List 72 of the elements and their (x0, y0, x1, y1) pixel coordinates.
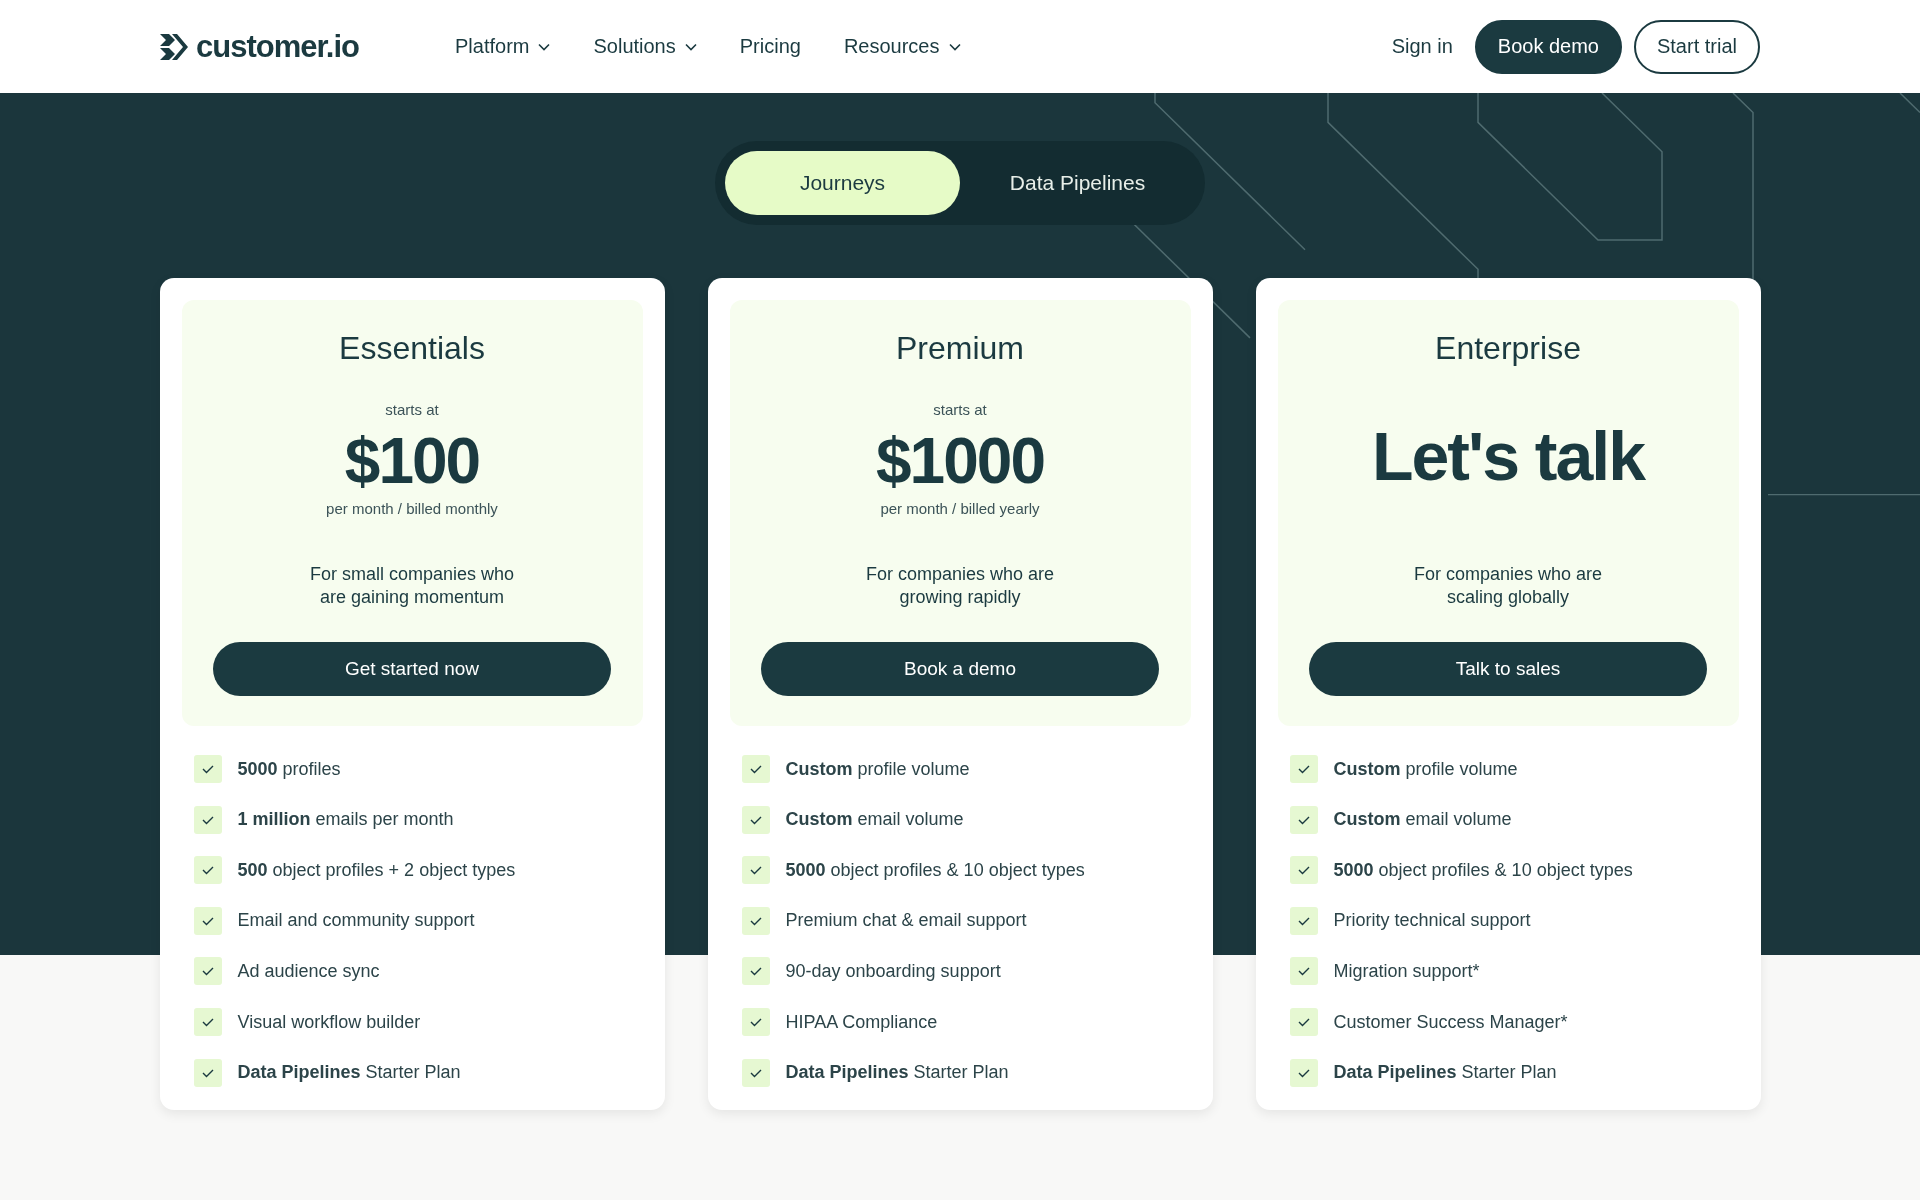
plan-name: Essentials (339, 330, 485, 367)
feature-text: Ad audience sync (237, 960, 380, 982)
feature-text: Data Pipelines Starter Plan (237, 1062, 461, 1084)
plan-tab[interactable]: Journeys (725, 151, 960, 215)
feature-text: Email and community support (237, 910, 475, 932)
plan-cta-button[interactable]: Talk to sales (1309, 641, 1707, 696)
nav-link[interactable]: Resources (843, 35, 961, 58)
feature-text: Priority technical support (1333, 910, 1531, 932)
plan-price: $1000 (876, 424, 1044, 498)
feature-text: 5000 object profiles & 10 object types (785, 859, 1085, 881)
check-icon (1289, 1008, 1318, 1037)
chevron-down-icon (538, 42, 551, 51)
check-icon (193, 1008, 222, 1037)
check-icon (1289, 957, 1318, 986)
feature-text: 5000 object profiles & 10 object types (1333, 859, 1633, 881)
check-icon (193, 755, 222, 784)
check-icon (193, 906, 222, 935)
logo-text[interactable]: customer.io (196, 28, 359, 65)
feature-text: 5000 profiles (237, 758, 341, 780)
logo-icon (160, 32, 188, 61)
plan-tab[interactable]: Data Pipelines (960, 151, 1195, 215)
check-icon (193, 957, 222, 986)
check-icon (741, 1058, 770, 1087)
check-icon (741, 906, 770, 935)
plan-price: Let's talk (1371, 417, 1645, 495)
check-icon (1289, 1058, 1318, 1087)
plan-name: Enterprise (1435, 330, 1581, 367)
chevron-down-icon (684, 42, 697, 51)
book-demo-button[interactable]: Book demo (1474, 19, 1622, 74)
feature-text: Premium chat & email support (785, 910, 1027, 932)
plan-cta-button[interactable]: Book a demo (761, 641, 1159, 696)
check-icon (1289, 755, 1318, 784)
feature-text: 1 million emails per month (237, 809, 454, 831)
check-icon (193, 856, 222, 885)
feature-text: Custom email volume (785, 809, 964, 831)
billing-note: per month / billed monthly (326, 500, 498, 517)
feature-text: Data Pipelines Starter Plan (1333, 1062, 1557, 1084)
sign-in-link[interactable]: Sign in (1391, 35, 1453, 58)
feature-text: Custom profile volume (785, 758, 970, 780)
check-icon (193, 805, 222, 834)
start-trial-button[interactable]: Start trial (1633, 19, 1760, 74)
chevron-down-icon (948, 42, 961, 51)
check-icon (1289, 805, 1318, 834)
check-icon (741, 856, 770, 885)
feature-text: HIPAA Compliance (785, 1011, 938, 1033)
feature-text: Custom profile volume (1333, 758, 1518, 780)
plan-price: $100 (344, 424, 480, 498)
check-icon (741, 1008, 770, 1037)
check-icon (741, 957, 770, 986)
feature-text: Visual workflow builder (237, 1011, 421, 1033)
check-icon (193, 1058, 222, 1087)
check-icon (1289, 856, 1318, 885)
plan-description: For companies who are scaling globally (1412, 563, 1604, 610)
starts-at-label: starts at (385, 401, 439, 418)
feature-text: 500 object profiles + 2 object types (237, 859, 516, 881)
nav-link[interactable]: Solutions (593, 35, 697, 58)
plan-description: For companies who are growing rapidly (864, 563, 1056, 610)
plan-name: Premium (896, 330, 1024, 367)
feature-text: Custom email volume (1333, 809, 1512, 831)
check-icon (741, 805, 770, 834)
check-icon (741, 755, 770, 784)
nav-link[interactable]: Platform (455, 35, 551, 58)
check-icon (1289, 906, 1318, 935)
feature-text: Migration support* (1333, 960, 1480, 982)
feature-text: Customer Success Manager* (1333, 1011, 1568, 1033)
plan-cta-button[interactable]: Get started now (213, 641, 611, 696)
feature-text: Data Pipelines Starter Plan (785, 1062, 1009, 1084)
starts-at-label: starts at (933, 401, 987, 418)
plan-description: For small companies who are gaining momentum (308, 563, 516, 610)
billing-note: per month / billed yearly (880, 500, 1040, 517)
feature-text: 90-day onboarding support (785, 960, 1001, 982)
nav-link[interactable]: Pricing (739, 35, 801, 58)
